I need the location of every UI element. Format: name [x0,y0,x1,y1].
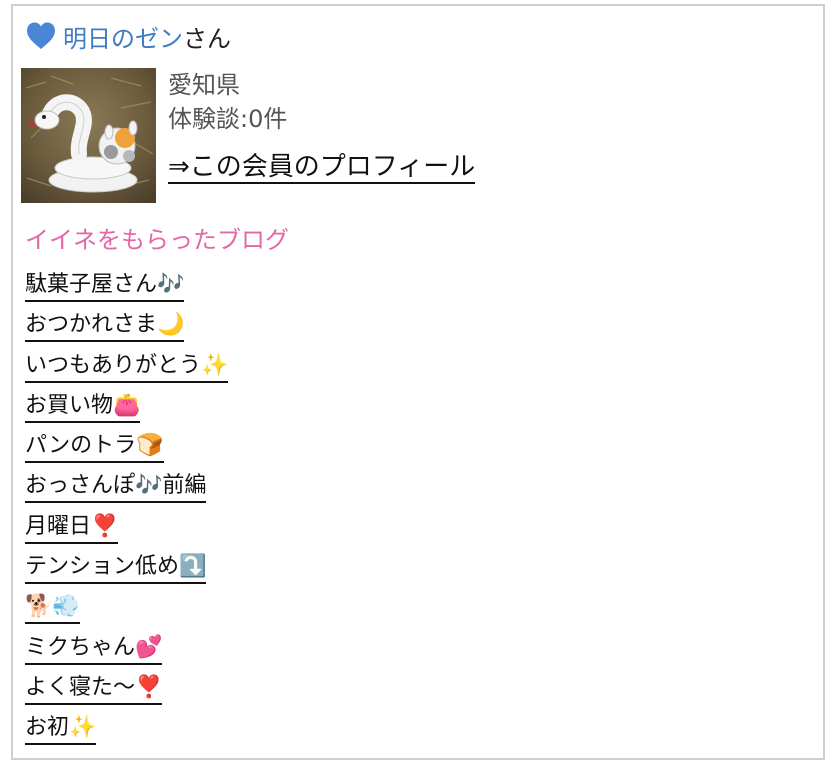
list-item: ミクちゃん💕 [25,633,228,673]
member-honorific: さん [183,24,231,53]
blog-link[interactable]: 駄菓子屋さん🎶 [25,270,185,302]
blog-link[interactable]: お買い物👛 [25,391,141,423]
blog-link[interactable]: ミクちゃん💕 [25,633,163,665]
profile-section: 愛知県 体験談:0件 ⇒この会員のプロフィール [21,68,476,203]
member-header: 明日のゼン さん [25,18,231,54]
liked-blogs-title: イイネをもらったブログ [25,226,289,254]
blog-link[interactable]: いつもありがとう✨ [25,351,229,383]
blog-link[interactable]: 🐕💨 [25,592,80,625]
blog-link[interactable]: テンション低め⤵️ [25,552,207,585]
list-item: 🐕💨 [25,592,228,632]
blog-link[interactable]: おっさんぽ🎶前編 [25,471,207,504]
member-card: 明日のゼン さん 愛知県 体験談:0件 ⇒この会員のプロフィール イイネをもらっ… [11,4,825,760]
list-item: おつかれさま🌙 [25,310,228,350]
list-item: 駄菓子屋さん🎶 [25,270,228,310]
list-item: お初✨ [25,713,228,753]
blog-link[interactable]: お初✨ [25,713,97,746]
avatar[interactable] [21,68,156,203]
list-item: おっさんぽ🎶前編 [25,471,228,511]
list-item: テンション低め⤵️ [25,552,228,592]
blog-link[interactable]: 月曜日❣️ [25,512,119,544]
profile-info: 愛知県 体験談:0件 ⇒この会員のプロフィール [168,68,476,184]
list-item: お買い物👛 [25,391,228,431]
prefecture: 愛知県 [168,71,240,99]
experience-count: 体験談:0件 [168,105,288,133]
blog-link[interactable]: おつかれさま🌙 [25,310,185,343]
list-item: パンのトラ🍞 [25,431,228,471]
list-item: いつもありがとう✨ [25,351,229,391]
heart-icon [27,22,55,49]
list-item: 月曜日❣️ [25,512,228,552]
blog-link[interactable]: パンのトラ🍞 [25,431,164,464]
list-item: よく寝た〜❣️ [25,673,228,713]
member-name[interactable]: 明日のゼン [63,19,183,54]
liked-blog-list: 駄菓子屋さん🎶 おつかれさま🌙 いつもありがとう✨ お買い物👛 パンのトラ🍞 お… [25,270,229,754]
blog-link[interactable]: よく寝た〜❣️ [25,673,163,705]
profile-link[interactable]: ⇒この会員のプロフィール [168,152,476,184]
